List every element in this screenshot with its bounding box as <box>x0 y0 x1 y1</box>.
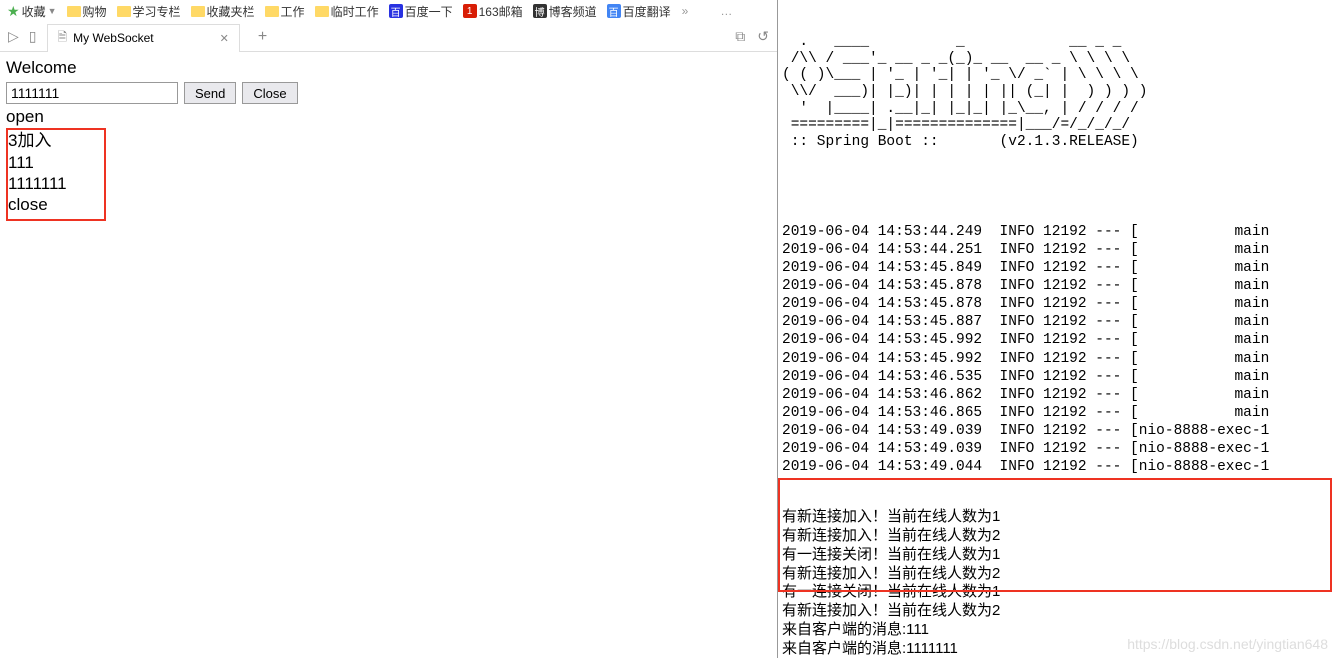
bookmark-item-6[interactable]: 1163邮箱 <box>460 3 526 20</box>
watermark: https://blog.csdn.net/yingtian648 <box>1127 636 1328 652</box>
bookmark-page-icon[interactable]: ▯ <box>29 28 37 45</box>
console-msg-line: 有新连接加入！当前在线人数为2 <box>782 602 1338 621</box>
console-log-line: 2019-06-04 14:53:45.992 INFO 12192 --- [… <box>782 350 1338 368</box>
tab-bar: ▷ ▯ 🗎 My WebSocket ✕ + ⧉ ↺ <box>0 22 777 52</box>
console-log-line: 2019-06-04 14:53:45.849 INFO 12192 --- [… <box>782 259 1338 277</box>
folder-icon <box>265 6 279 17</box>
dropdown-icon: ▼ <box>48 6 57 16</box>
log-line: 1111111 <box>8 173 98 194</box>
bookmark-item-2[interactable]: 收藏夹栏 <box>188 3 258 20</box>
folder-icon <box>117 6 131 17</box>
split-icon[interactable]: ⧉ <box>735 28 745 45</box>
folder-icon <box>67 6 81 17</box>
console-log-line: 2019-06-04 14:53:46.535 INFO 12192 --- [… <box>782 368 1338 386</box>
browser-pane: ★ 收藏 ▼ 购物学习专栏收藏夹栏工作临时工作百百度一下1163邮箱博博客频道百… <box>0 0 778 658</box>
more-icon[interactable]: … <box>716 4 736 18</box>
console-log-line: 2019-06-04 14:53:44.249 INFO 12192 --- [… <box>782 223 1338 241</box>
console-log-line: 2019-06-04 14:53:49.044 INFO 12192 --- [… <box>782 458 1338 476</box>
close-tab-icon[interactable]: ✕ <box>220 32 229 45</box>
site-icon: 百 <box>607 4 621 18</box>
log-line: 111 <box>8 152 98 173</box>
console-log-line: 2019-06-04 14:53:46.862 INFO 12192 --- [… <box>782 386 1338 404</box>
favorites-label: 收藏 <box>22 3 46 20</box>
status-open: open <box>6 106 771 127</box>
console-log-line: 2019-06-04 14:53:45.887 INFO 12192 --- [… <box>782 313 1338 331</box>
console-log-line: 2019-06-04 14:53:46.865 INFO 12192 --- [… <box>782 404 1338 422</box>
bookmark-item-7[interactable]: 博博客频道 <box>530 3 600 20</box>
bookmark-item-1[interactable]: 学习专栏 <box>114 3 184 20</box>
console-log-line: 2019-06-04 14:53:49.039 INFO 12192 --- [… <box>782 422 1338 440</box>
site-icon: 博 <box>533 4 547 18</box>
console-log-line: 2019-06-04 14:53:49.039 INFO 12192 --- [… <box>782 440 1338 458</box>
message-input[interactable] <box>6 82 178 104</box>
close-button[interactable]: Close <box>242 82 297 104</box>
folder-icon <box>315 6 329 17</box>
star-icon: ★ <box>7 3 20 20</box>
bookmark-item-0[interactable]: 购物 <box>64 3 110 20</box>
page-content: Welcome Send Close open 3加入1111111111clo… <box>0 52 777 227</box>
spring-ascii-art: . ____ _ __ _ _ /\\ / ___'_ __ _ _(_)_ _… <box>782 34 1338 151</box>
console-log-line: 2019-06-04 14:53:44.251 INFO 12192 --- [… <box>782 241 1338 259</box>
folder-icon <box>191 6 205 17</box>
log-highlight: 3加入1111111111close <box>6 128 106 221</box>
send-button[interactable]: Send <box>184 82 236 104</box>
new-tab-button[interactable]: + <box>250 28 275 46</box>
console-log-line: 2019-06-04 14:53:45.992 INFO 12192 --- [… <box>782 331 1338 349</box>
page-heading: Welcome <box>6 58 771 78</box>
console-msg-line: 有一连接关闭！当前在线人数为1 <box>782 583 1338 602</box>
tab-my-websocket[interactable]: 🗎 My WebSocket ✕ <box>47 24 240 52</box>
tab-title: My WebSocket <box>73 31 153 45</box>
site-icon: 1 <box>463 4 477 18</box>
console-log-line: 2019-06-04 14:53:45.878 INFO 12192 --- [… <box>782 295 1338 313</box>
overflow-icon[interactable]: » <box>678 4 693 18</box>
site-icon: 百 <box>389 4 403 18</box>
favorites-menu[interactable]: ★ 收藏 ▼ <box>4 3 60 20</box>
console-pane: . ____ _ __ _ _ /\\ / ___'_ __ _ _(_)_ _… <box>778 0 1338 658</box>
console-msg-line: 有新连接加入！当前在线人数为2 <box>782 565 1338 584</box>
back-icon[interactable]: ▷ <box>8 28 19 45</box>
bookmark-item-4[interactable]: 临时工作 <box>312 3 382 20</box>
console-msg-line: 有新连接加入！当前在线人数为1 <box>782 508 1338 527</box>
bookmark-item-8[interactable]: 百百度翻译 <box>604 3 674 20</box>
console-msg-line: 有新连接加入！当前在线人数为2 <box>782 527 1338 546</box>
console-log-line: 2019-06-04 14:53:45.878 INFO 12192 --- [… <box>782 277 1338 295</box>
bookmark-item-5[interactable]: 百百度一下 <box>386 3 456 20</box>
page-icon: 🗎 <box>58 28 68 49</box>
bookmark-item-3[interactable]: 工作 <box>262 3 308 20</box>
console-msg-line: 有一连接关闭！当前在线人数为1 <box>782 546 1338 565</box>
log-line: 3加入 <box>8 130 98 151</box>
restore-icon[interactable]: ↺ <box>757 28 769 45</box>
log-line: close <box>8 194 98 215</box>
bookmarks-bar: ★ 收藏 ▼ 购物学习专栏收藏夹栏工作临时工作百百度一下1163邮箱博博客频道百… <box>0 0 777 22</box>
